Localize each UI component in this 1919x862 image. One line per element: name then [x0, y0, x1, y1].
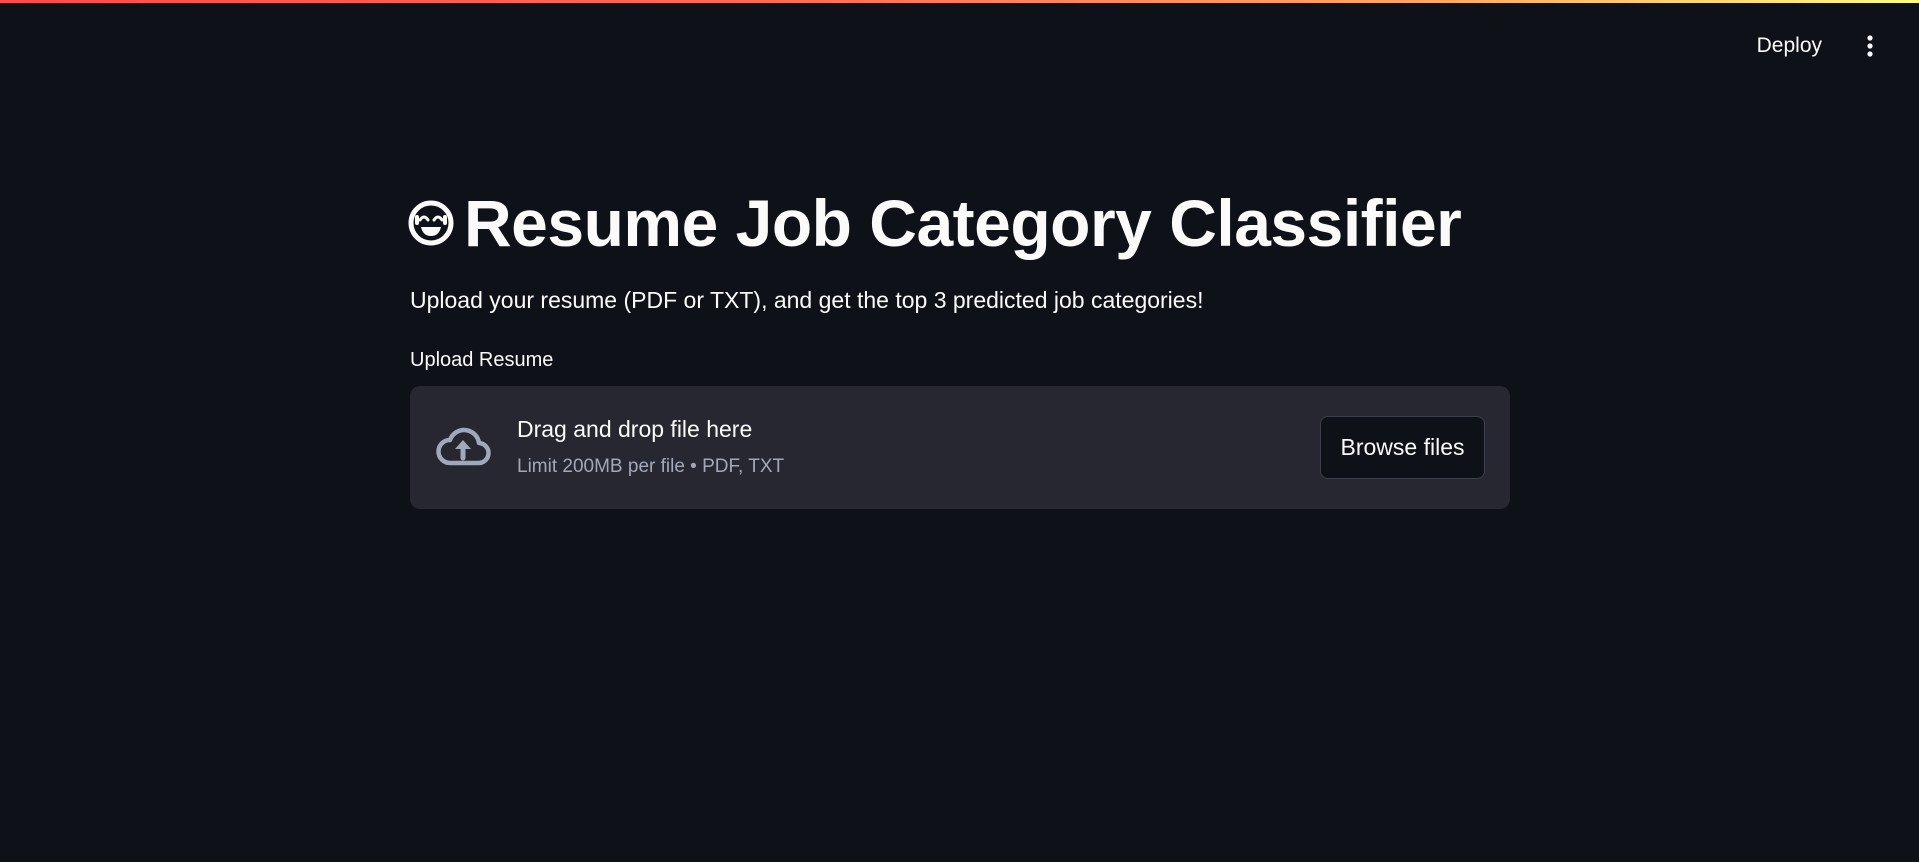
dropzone-instructions: Drag and drop file here Limit 200MB per …	[517, 414, 784, 480]
deploy-button[interactable]: Deploy	[1745, 28, 1834, 64]
dropzone-title: Drag and drop file here	[517, 416, 753, 442]
browse-files-button[interactable]: Browse files	[1320, 416, 1485, 479]
app-header: Deploy	[0, 0, 1919, 90]
cloud-upload-icon	[434, 423, 492, 471]
file-dropzone[interactable]: Drag and drop file here Limit 200MB per …	[410, 386, 1510, 509]
main-content: Resume Job Category Classifier Upload yo…	[408, 180, 1510, 509]
upload-label: Upload Resume	[410, 349, 554, 371]
dropzone-hint: Limit 200MB per file • PDF, TXT	[517, 456, 785, 477]
page-title: Resume Job Category Classifier	[464, 186, 1462, 260]
title-row: Resume Job Category Classifier	[408, 180, 1510, 266]
main-menu-button[interactable]	[1857, 28, 1883, 64]
smiling-face-icon	[406, 198, 456, 248]
page-subtitle: Upload your resume (PDF or TXT), and get…	[410, 287, 1204, 313]
vertical-ellipsis-icon	[1867, 35, 1873, 57]
